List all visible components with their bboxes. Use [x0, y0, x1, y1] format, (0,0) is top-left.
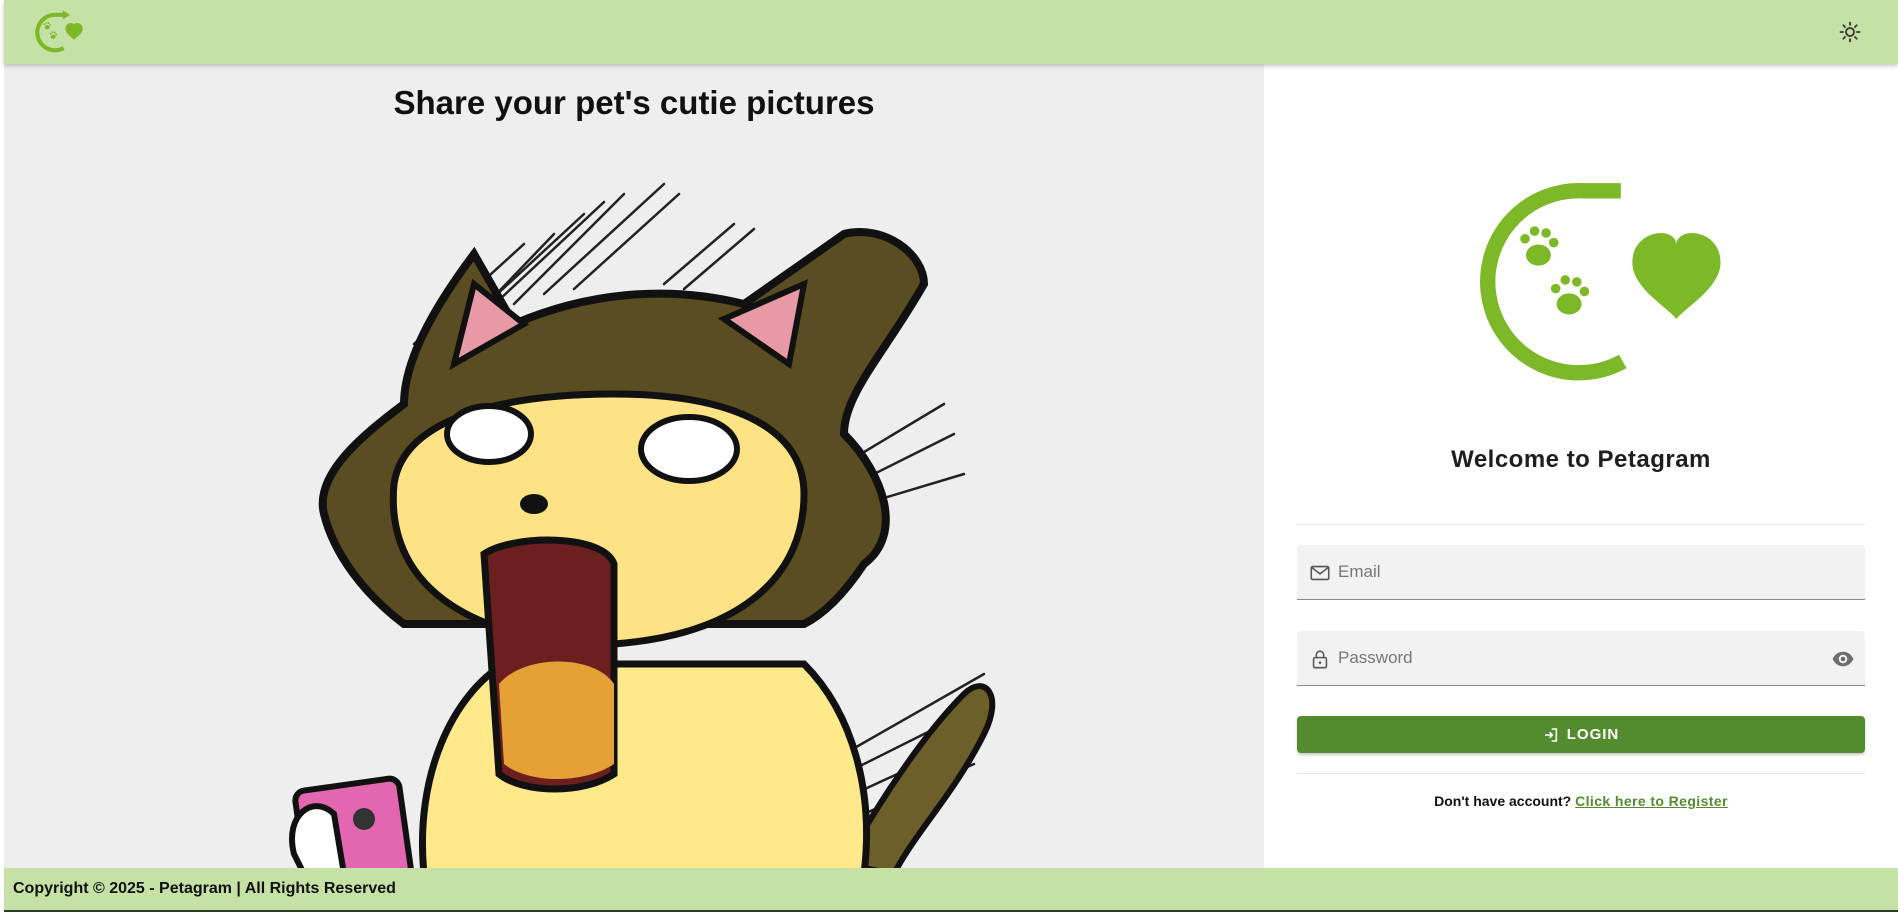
lock-icon	[1312, 650, 1328, 669]
login-panel: Welcome to Petagram Email LOGIN Don't ha…	[1264, 64, 1898, 868]
register-prompt: Don't have account?	[1434, 793, 1572, 809]
hero-panel: Share your pet's cutie pictures	[4, 64, 1264, 868]
mail-icon	[1310, 565, 1330, 581]
copyright-text: Copyright © 2025 - Petagram | All Rights…	[13, 880, 396, 897]
top-divider	[1297, 524, 1865, 525]
password-field[interactable]	[1297, 631, 1865, 686]
login-icon	[1544, 727, 1557, 742]
app-root: Share your pet's cutie pictures Welcome …	[4, 0, 1898, 914]
shocked-cat-illustration	[289, 182, 996, 868]
email-input[interactable]	[1338, 545, 1808, 599]
welcome-heading: Welcome to Petagram	[1451, 446, 1711, 473]
eye-icon[interactable]	[1831, 647, 1855, 671]
top-app-bar	[4, 0, 1898, 64]
email-field[interactable]	[1297, 545, 1865, 600]
login-button-label: LOGIN	[1566, 726, 1620, 743]
bottom-divider	[1297, 773, 1865, 774]
sun-icon[interactable]	[1838, 20, 1862, 44]
petagram-logo	[1480, 183, 1721, 381]
register-row: Don't have account? Click here to Regist…	[1264, 793, 1898, 809]
hero-title: Share your pet's cutie pictures	[393, 84, 875, 121]
password-input[interactable]	[1338, 631, 1808, 685]
petagram-logo-icon[interactable]	[30, 7, 86, 57]
footer: Copyright © 2025 - Petagram | All Rights…	[4, 868, 1898, 912]
login-button[interactable]: LOGIN	[1297, 716, 1865, 753]
register-link[interactable]: Click here to Register	[1575, 793, 1728, 809]
